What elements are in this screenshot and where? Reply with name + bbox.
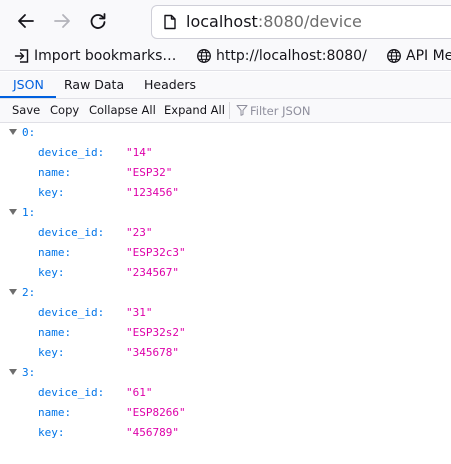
json-key: key: xyxy=(38,186,65,199)
json-toolbar: Save Copy Collapse All Expand All xyxy=(0,99,451,123)
json-tree: 0: device_id: "14" name: "ESP32" key: "1… xyxy=(0,123,451,443)
save-button[interactable]: Save xyxy=(12,102,40,119)
address-bar[interactable]: localhost:8080/device xyxy=(151,5,451,39)
forward-arrow-icon xyxy=(54,14,70,28)
tree-row[interactable]: key: "123456" xyxy=(0,183,451,203)
json-key: key: xyxy=(38,266,65,279)
tree-row-index[interactable]: 0: xyxy=(0,123,451,143)
expand-toggle-icon[interactable] xyxy=(9,369,17,375)
json-value: "23" xyxy=(126,226,153,239)
tab-selected-indicator xyxy=(0,96,56,98)
json-viewer-tabs: JSON Raw Data Headers xyxy=(0,72,451,99)
json-key: device_id: xyxy=(38,306,105,319)
array-index: 0: xyxy=(22,126,36,139)
globe-icon xyxy=(387,49,401,63)
bookmarks-toolbar: Import bookmarks… http://localhost:8080/… xyxy=(0,42,451,71)
bookmark-label: http://localhost:8080/ xyxy=(216,48,367,64)
tree-row-index[interactable]: 3: xyxy=(0,363,451,383)
page-icon xyxy=(164,14,176,30)
json-value: "61" xyxy=(126,386,153,399)
array-index: 3: xyxy=(22,366,36,379)
bookmark-label: Import bookmarks… xyxy=(34,48,177,64)
tree-row[interactable]: name: "ESP32s2" xyxy=(0,323,451,343)
json-value: "ESP32s2" xyxy=(126,326,186,339)
tree-row[interactable]: key: "456789" xyxy=(0,423,451,443)
expand-toggle-icon[interactable] xyxy=(9,129,17,135)
expand-toggle-icon[interactable] xyxy=(9,289,17,295)
tree-row[interactable]: device_id: "31" xyxy=(0,303,451,323)
navigation-bar: localhost:8080/device xyxy=(0,0,451,42)
json-value: "31" xyxy=(126,306,153,319)
reload-icon xyxy=(90,13,106,29)
filter-icon xyxy=(236,105,248,116)
tree-row[interactable]: device_id: "23" xyxy=(0,223,451,243)
import-icon xyxy=(14,49,29,63)
json-value: "456789" xyxy=(126,426,179,439)
array-index: 1: xyxy=(22,206,36,219)
tree-row[interactable]: name: "ESP32" xyxy=(0,163,451,183)
bookmark-api[interactable]: API Me xyxy=(386,46,451,66)
json-value: "345678" xyxy=(126,346,179,359)
back-arrow-icon xyxy=(18,14,34,28)
json-key: device_id: xyxy=(38,146,105,159)
tab-label: Raw Data xyxy=(64,77,125,92)
json-value: "234567" xyxy=(126,266,179,279)
json-key: key: xyxy=(38,346,65,359)
toolbar-divider xyxy=(229,102,230,119)
tab-label: JSON xyxy=(13,77,44,92)
json-key: device_id: xyxy=(38,386,105,399)
tree-row[interactable]: name: "ESP8266" xyxy=(0,403,451,423)
tab-json[interactable]: JSON xyxy=(0,72,56,98)
json-value: "ESP8266" xyxy=(126,406,186,419)
bookmark-label: API Me xyxy=(406,48,451,64)
tab-raw-data[interactable]: Raw Data xyxy=(64,72,124,98)
tree-row[interactable]: key: "345678" xyxy=(0,343,451,363)
tree-row[interactable]: device_id: "61" xyxy=(0,383,451,403)
reload-button[interactable] xyxy=(84,7,112,35)
tab-headers[interactable]: Headers xyxy=(144,72,196,98)
json-key: name: xyxy=(38,166,72,179)
json-key: device_id: xyxy=(38,226,105,239)
tab-label: Headers xyxy=(144,77,197,92)
json-value: "ESP32c3" xyxy=(126,246,186,259)
json-value: "14" xyxy=(126,146,153,159)
url-path: :8080/device xyxy=(257,12,362,31)
tree-row-index[interactable]: 1: xyxy=(0,203,451,223)
json-value: "ESP32" xyxy=(126,166,173,179)
collapse-all-button[interactable]: Collapse All xyxy=(89,102,156,119)
url-text: localhost:8080/device xyxy=(186,12,362,32)
tree-row-index[interactable]: 2: xyxy=(0,283,451,303)
back-button[interactable] xyxy=(12,7,40,35)
tree-row[interactable]: device_id: "14" xyxy=(0,143,451,163)
copy-button[interactable]: Copy xyxy=(50,102,79,119)
json-value: "123456" xyxy=(126,186,179,199)
json-key: name: xyxy=(38,246,72,259)
json-key: name: xyxy=(38,406,72,419)
json-key: key: xyxy=(38,426,65,439)
url-host: localhost xyxy=(186,12,258,31)
json-key: name: xyxy=(38,326,72,339)
expand-toggle-icon[interactable] xyxy=(9,209,17,215)
tree-row[interactable]: name: "ESP32c3" xyxy=(0,243,451,263)
forward-button[interactable] xyxy=(48,7,76,35)
expand-all-button[interactable]: Expand All xyxy=(164,102,225,119)
globe-icon xyxy=(197,49,211,63)
filter-json-input[interactable] xyxy=(250,101,440,120)
tree-row[interactable]: key: "234567" xyxy=(0,263,451,283)
array-index: 2: xyxy=(22,286,36,299)
